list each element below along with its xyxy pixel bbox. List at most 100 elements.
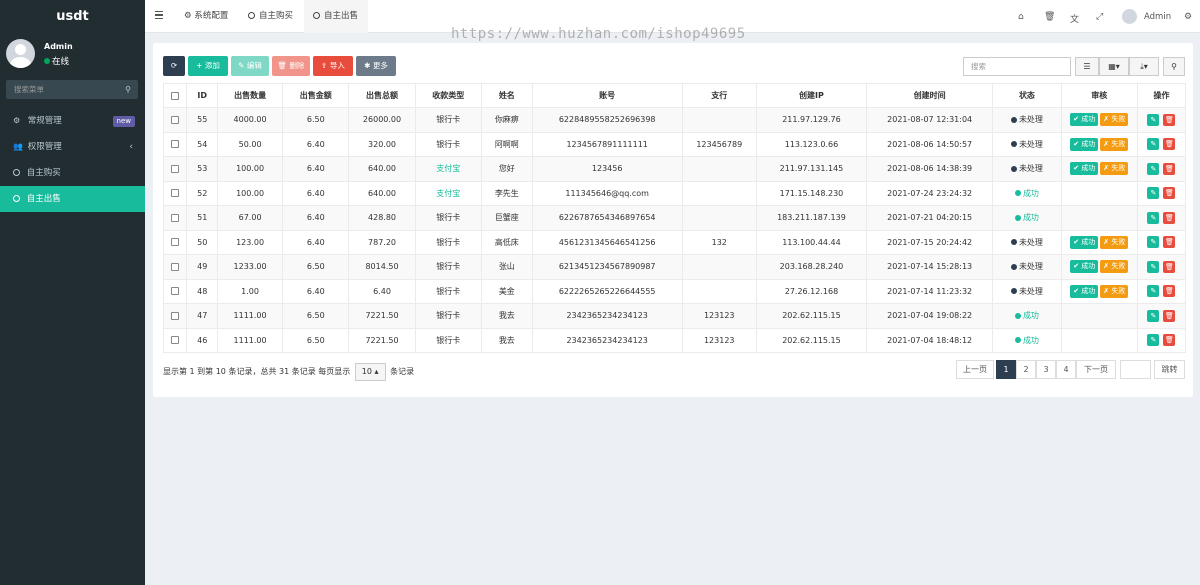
fullscreen-icon[interactable]: ⤢	[1096, 12, 1103, 22]
sidebar-item-general[interactable]: ⚙ 常规管理 new	[0, 108, 145, 134]
brand-logo[interactable]: usdt	[0, 0, 145, 34]
delete-row-button[interactable]: 🗑	[1163, 113, 1176, 126]
table-row[interactable]: 51 67.00 6.40 428.80 银行卡 巨蟹座 62267876543468976…	[162, 205, 1187, 231]
language-icon[interactable]: 文	[1070, 12, 1079, 25]
col-header-branch[interactable]: 支行	[681, 83, 757, 108]
approve-button[interactable]: ✔ 成功	[1070, 235, 1099, 249]
row-checkbox[interactable]	[162, 278, 188, 304]
reject-button[interactable]: ✗ 失败	[1100, 162, 1129, 176]
delete-row-button[interactable]: 🗑	[1163, 285, 1176, 298]
edit-row-button[interactable]: ✎	[1147, 285, 1160, 298]
page-jump-input[interactable]	[1120, 360, 1151, 379]
delete-row-button[interactable]: 🗑	[1163, 236, 1176, 249]
delete-row-button[interactable]: 🗑	[1163, 260, 1176, 273]
delete-row-button[interactable]: 🗑	[1163, 138, 1176, 151]
more-button[interactable]: ✱ 更多	[356, 56, 396, 76]
col-header-status[interactable]: 状态	[992, 83, 1062, 108]
row-checkbox[interactable]	[162, 254, 188, 280]
table-row[interactable]: 50 123.00 6.40 787.20 银行卡 高低床 4561231345646541…	[162, 229, 1187, 255]
table-row[interactable]: 53 100.00 6.40 640.00 支付宝 您好 123456 211.97.131.…	[162, 156, 1187, 182]
table-search-input[interactable]: 搜索	[963, 57, 1071, 76]
approve-button[interactable]: ✔ 成功	[1070, 260, 1099, 274]
sidebar-item-sell[interactable]: 自主出售	[0, 186, 145, 212]
row-checkbox[interactable]	[162, 327, 188, 353]
tab-buy[interactable]: 自主购买	[240, 0, 302, 33]
delete-row-button[interactable]: 🗑	[1163, 162, 1176, 175]
delete-row-button[interactable]: 🗑	[1163, 187, 1176, 200]
row-checkbox[interactable]	[162, 303, 188, 329]
page-size-select[interactable]: 10 ▴	[354, 363, 386, 381]
advanced-search-button[interactable]: ⚲	[1163, 57, 1185, 76]
row-checkbox[interactable]	[162, 180, 188, 206]
col-header-actions[interactable]: 操作	[1136, 83, 1187, 108]
edit-row-button[interactable]: ✎	[1147, 187, 1160, 200]
select-all-checkbox[interactable]	[162, 83, 188, 108]
page-4-button[interactable]: 4	[1056, 360, 1076, 379]
columns-button[interactable]: ▦▾	[1099, 57, 1129, 76]
menu-toggle-icon[interactable]	[155, 11, 163, 19]
edit-row-button[interactable]: ✎	[1147, 138, 1160, 151]
add-button[interactable]: + 添加	[188, 56, 228, 76]
edit-row-button[interactable]: ✎	[1147, 334, 1160, 347]
tab-system-config[interactable]: ⚙ 系统配置	[176, 0, 238, 33]
approve-button[interactable]: ✔ 成功	[1070, 162, 1099, 176]
prev-page-button[interactable]: 上一页	[956, 360, 994, 379]
delete-row-button[interactable]: 🗑	[1163, 309, 1176, 322]
table-row[interactable]: 48 1.00 6.40 6.40 银行卡 美金 6222265265226644555 27…	[162, 278, 1187, 304]
reject-button[interactable]: ✗ 失败	[1100, 235, 1129, 249]
page-2-button[interactable]: 2	[1016, 360, 1036, 379]
approve-button[interactable]: ✔ 成功	[1070, 284, 1099, 298]
edit-row-button[interactable]: ✎	[1147, 260, 1160, 273]
trash-icon[interactable]: 🗑	[1044, 12, 1055, 22]
search-icon[interactable]: ⚲	[125, 80, 131, 99]
refresh-button[interactable]: ⟳	[163, 56, 185, 76]
edit-row-button[interactable]: ✎	[1147, 211, 1160, 224]
reject-button[interactable]: ✗ 失败	[1100, 284, 1129, 298]
home-icon[interactable]: ⌂	[1018, 12, 1024, 22]
col-header-review[interactable]: 审核	[1060, 83, 1138, 108]
sidebar-item-permissions[interactable]: 👥 权限管理 ‹	[0, 134, 145, 160]
col-header-name[interactable]: 姓名	[480, 83, 533, 108]
sidebar-search-input[interactable]: 搜索菜单 ⚲	[6, 80, 138, 99]
table-row[interactable]: 55 4000.00 6.50 26000.00 银行卡 你麻痹 6228489558252…	[162, 107, 1187, 133]
col-header-id[interactable]: ID	[186, 83, 218, 108]
reject-button[interactable]: ✗ 失败	[1100, 137, 1129, 151]
delete-button[interactable]: 🗑 删除	[272, 56, 310, 76]
settings-icon[interactable]: ⚙	[1184, 12, 1192, 22]
row-checkbox[interactable]	[162, 131, 188, 157]
import-button[interactable]: ⇪ 导入	[313, 56, 353, 76]
toggle-view-button[interactable]: ☰	[1075, 57, 1099, 76]
approve-button[interactable]: ✔ 成功	[1070, 113, 1099, 127]
page-3-button[interactable]: 3	[1036, 360, 1056, 379]
reject-button[interactable]: ✗ 失败	[1100, 260, 1129, 274]
edit-row-button[interactable]: ✎	[1147, 162, 1160, 175]
col-header-ip[interactable]: 创建IP	[755, 83, 867, 108]
table-row[interactable]: 54 50.00 6.40 320.00 银行卡 阿啊啊 1234567891111111 1…	[162, 131, 1187, 157]
edit-row-button[interactable]: ✎	[1147, 236, 1160, 249]
delete-row-button[interactable]: 🗑	[1163, 211, 1176, 224]
tab-sell[interactable]: 自主出售	[304, 0, 368, 33]
col-header-qty[interactable]: 出售数量	[216, 83, 284, 108]
col-header-price[interactable]: 出售金额	[282, 83, 350, 108]
col-header-account[interactable]: 账号	[531, 83, 683, 108]
export-button[interactable]: ⤓▾	[1129, 57, 1159, 76]
table-row[interactable]: 47 1111.00 6.50 7221.50 银行卡 我去 234236523423412…	[162, 303, 1187, 329]
page-1-button[interactable]: 1	[996, 360, 1016, 379]
row-checkbox[interactable]	[162, 229, 188, 255]
edit-button[interactable]: ✎ 编辑	[231, 56, 269, 76]
reject-button[interactable]: ✗ 失败	[1100, 113, 1129, 127]
edit-row-button[interactable]: ✎	[1147, 113, 1160, 126]
page-jump-button[interactable]: 跳转	[1154, 360, 1185, 379]
delete-row-button[interactable]: 🗑	[1163, 334, 1176, 347]
row-checkbox[interactable]	[162, 107, 188, 133]
next-page-button[interactable]: 下一页	[1076, 360, 1116, 379]
col-header-time[interactable]: 创建时间	[865, 83, 994, 108]
table-row[interactable]: 49 1233.00 6.50 8014.50 银行卡 张山 621345123456789…	[162, 254, 1187, 280]
row-checkbox[interactable]	[162, 156, 188, 182]
sidebar-item-buy[interactable]: 自主购买	[0, 160, 145, 186]
admin-avatar[interactable]	[1122, 9, 1137, 24]
table-row[interactable]: 52 100.00 6.40 640.00 支付宝 李先生 111345646@qq.com…	[162, 180, 1187, 206]
edit-row-button[interactable]: ✎	[1147, 309, 1160, 322]
admin-name[interactable]: Admin	[1144, 12, 1171, 22]
table-row[interactable]: 46 1111.00 6.50 7221.50 银行卡 我去 234236523423412…	[162, 327, 1187, 353]
